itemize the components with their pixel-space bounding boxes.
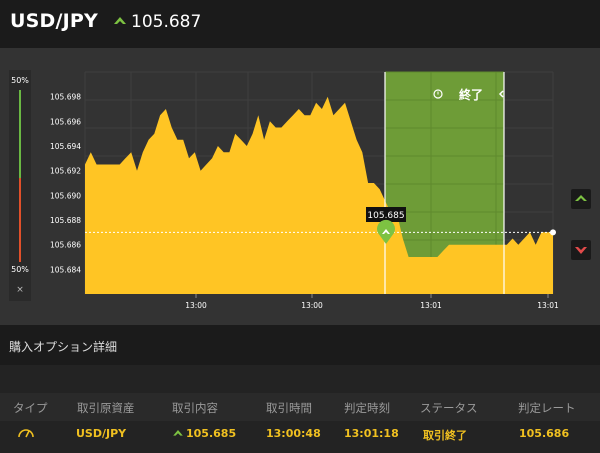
column-header-trade-time: 取引時間 — [266, 401, 312, 415]
row-judge-time: 13:01:18 — [344, 427, 399, 440]
section-title: 購入オプション詳細 — [9, 340, 118, 354]
price-chart: 105.698 105.696 105.694 105.692 105.690 105.6… — [50, 71, 559, 310]
current-rate-marker — [550, 229, 556, 236]
y-tick-label: 105.686 — [50, 241, 81, 250]
row-rate: 105.686 — [519, 427, 570, 440]
y-tick-label: 105.694 — [50, 142, 81, 151]
header-bar: USD/JPY 105.687 — [0, 0, 600, 48]
currency-pair-title: USD/JPY — [10, 10, 98, 32]
table-header-row: タイプ 取引原資産 取引内容 取引時間 判定時刻 ステータス 判定レート — [0, 393, 600, 421]
option-details-table: タイプ 取引原資産 取引内容 取引時間 判定時刻 ステータス 判定レート USD… — [0, 365, 600, 453]
down-arrow-icon — [575, 247, 587, 254]
up-arrow-icon — [114, 17, 126, 24]
row-asset: USD/JPY — [76, 427, 127, 440]
up-arrow-icon — [173, 430, 183, 436]
column-header-content: 取引内容 — [172, 401, 218, 415]
up-arrow-icon — [575, 195, 587, 201]
column-header-type: タイプ — [13, 401, 48, 415]
column-header-judge-time: 判定時刻 — [344, 401, 390, 415]
buy-high-button[interactable] — [571, 189, 591, 209]
y-tick-label: 105.688 — [50, 216, 81, 225]
y-tick-label: 105.692 — [50, 167, 81, 176]
row-status: 取引終了 — [423, 429, 467, 442]
x-tick-label: 13:00 — [185, 301, 207, 310]
x-tick-label: 13:01 — [537, 301, 559, 310]
y-axis-ticks: 105.698 105.696 105.694 105.692 105.690 105.6… — [50, 93, 81, 275]
current-price: 105.687 — [131, 12, 202, 32]
column-header-asset: 取引原資産 — [77, 401, 135, 415]
x-tick-label: 13:00 — [301, 301, 323, 310]
gauge-icon — [18, 429, 34, 438]
y-tick-label: 105.696 — [50, 117, 81, 126]
column-header-rate: 判定レート — [518, 401, 576, 415]
y-tick-label: 105.690 — [50, 191, 81, 200]
x-tick-label: 13:01 — [420, 301, 442, 310]
row-content: 105.685 — [186, 427, 237, 440]
x-axis-ticks: 13:00 13:00 13:01 13:01 — [185, 294, 559, 310]
y-tick-label: 105.684 — [50, 265, 81, 274]
column-header-status: ステータス — [420, 401, 478, 415]
row-trade-time: 13:00:48 — [266, 427, 321, 440]
section-header: 購入オプション詳細 — [0, 325, 600, 365]
y-tick-label: 105.698 — [50, 93, 81, 102]
buy-low-button[interactable] — [571, 240, 591, 260]
entry-rate-label: 105.685 — [367, 211, 404, 221]
end-label-text: 終了 — [459, 87, 483, 102]
